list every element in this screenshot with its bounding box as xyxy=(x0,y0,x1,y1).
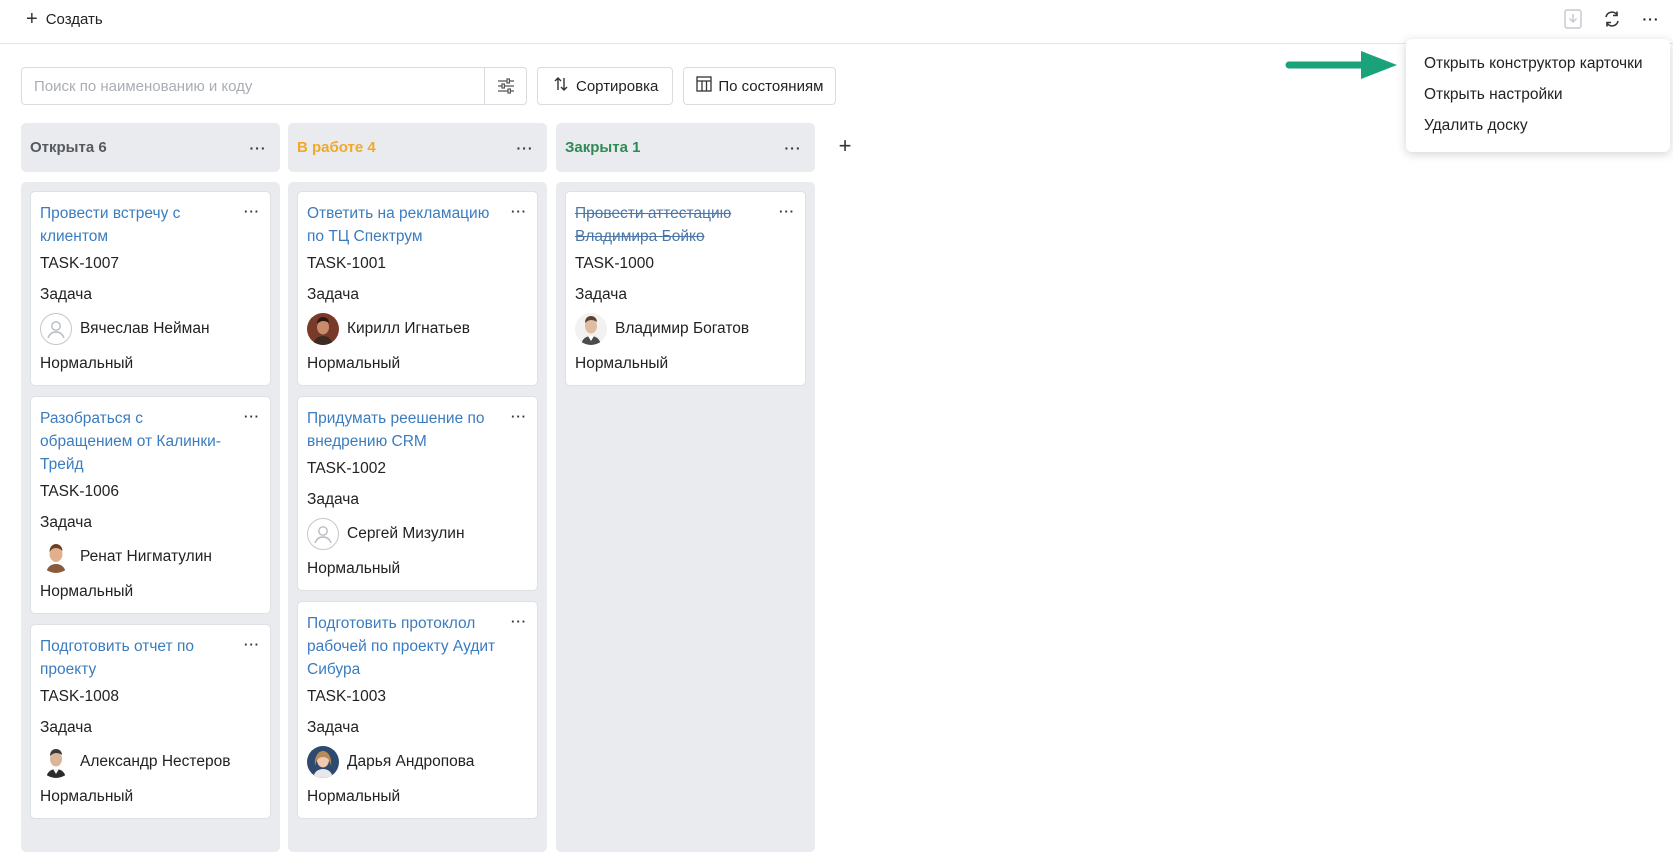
avatar xyxy=(575,313,607,345)
more-icon[interactable]: ··· xyxy=(1640,8,1662,30)
column-more-icon[interactable]: ··· xyxy=(512,140,538,156)
search-box xyxy=(21,67,527,105)
avatar xyxy=(40,541,72,573)
column-more-icon[interactable]: ··· xyxy=(245,140,271,156)
plus-icon: + xyxy=(26,8,38,30)
sort-button[interactable]: Сортировка xyxy=(537,67,674,105)
card-title[interactable]: Провести аттестацию Владимира Бойко xyxy=(575,202,796,248)
card-code: TASK-1002 xyxy=(307,460,386,477)
card-more-icon[interactable]: ··· xyxy=(244,637,260,652)
avatar xyxy=(40,746,72,778)
card-more-icon[interactable]: ··· xyxy=(511,614,527,629)
card-priority: Нормальный xyxy=(575,355,669,372)
avatar xyxy=(307,746,339,778)
card-assignee: Ренат Нигматулин xyxy=(40,538,261,576)
task-card[interactable]: Провести встречу с клиентом ··· TASK-100… xyxy=(30,191,271,386)
column-title: В работе 4 xyxy=(297,139,376,156)
card-priority: Нормальный xyxy=(40,583,134,600)
download-icon[interactable] xyxy=(1562,8,1584,30)
card-assignee: Вячеслав Нейман xyxy=(40,310,261,348)
card-more-icon[interactable]: ··· xyxy=(779,204,795,219)
card-code: TASK-1007 xyxy=(40,255,119,272)
top-bar: + Создать ··· xyxy=(0,0,1673,44)
card-title[interactable]: Подготовить отчет по проекту xyxy=(40,635,261,681)
group-by-state-button[interactable]: По состояниям xyxy=(683,67,837,105)
avatar xyxy=(307,313,339,345)
assignee-name: Вячеслав Нейман xyxy=(80,320,210,337)
card-code: TASK-1003 xyxy=(307,688,386,705)
card-code: TASK-1008 xyxy=(40,688,119,705)
sort-icon xyxy=(552,75,570,97)
card-title[interactable]: Придумать реешение по внедрению CRM xyxy=(307,407,528,453)
sort-label: Сортировка xyxy=(576,77,659,95)
card-title[interactable]: Разобраться с обращением от Калинки-Трей… xyxy=(40,407,261,476)
assignee-name: Владимир Богатов xyxy=(615,320,750,337)
toolbar: Сортировка По состояниям xyxy=(21,67,837,105)
assignee-name: Ренат Нигматулин xyxy=(80,548,212,565)
card-type: Задача xyxy=(40,514,93,531)
add-column-button[interactable]: + xyxy=(835,135,855,157)
column-header-open: Открыта 6 ··· xyxy=(21,123,280,172)
card-type: Задача xyxy=(40,286,93,303)
column-body-in-progress: Ответить на рекламацию по ТЦ Спектрум ··… xyxy=(288,182,547,852)
card-assignee: Дарья Андропова xyxy=(307,743,528,781)
card-more-icon[interactable]: ··· xyxy=(511,204,527,219)
create-label: Создать xyxy=(45,10,103,28)
assignee-name: Александр Нестеров xyxy=(80,753,231,770)
card-more-icon[interactable]: ··· xyxy=(244,204,260,219)
card-title[interactable]: Ответить на рекламацию по ТЦ Спектрум xyxy=(307,202,528,248)
card-title[interactable]: Подготовить протоклол рабочей по проекту… xyxy=(307,612,528,681)
annotation-arrow-icon xyxy=(1285,51,1397,79)
task-card[interactable]: Провести аттестацию Владимира Бойко ··· … xyxy=(565,191,806,386)
card-priority: Нормальный xyxy=(307,560,401,577)
column-body-open: Провести встречу с клиентом ··· TASK-100… xyxy=(21,182,280,852)
search-input[interactable] xyxy=(22,68,484,104)
menu-item-open-settings[interactable]: Открыть настройки xyxy=(1406,79,1670,110)
task-card[interactable]: Подготовить отчет по проекту ··· TASK-10… xyxy=(30,624,271,819)
task-card[interactable]: Ответить на рекламацию по ТЦ Спектрум ··… xyxy=(297,191,538,386)
group-label: По состояниям xyxy=(718,77,824,95)
card-code: TASK-1000 xyxy=(575,255,654,272)
create-button[interactable]: + Создать xyxy=(26,6,103,32)
card-assignee: Александр Нестеров xyxy=(40,743,261,781)
card-priority: Нормальный xyxy=(40,355,134,372)
column-title: Открыта 6 xyxy=(30,139,107,156)
card-type: Задача xyxy=(40,719,93,736)
card-priority: Нормальный xyxy=(307,788,401,805)
menu-item-delete-board[interactable]: Удалить доску xyxy=(1406,110,1670,141)
assignee-name: Сергей Мизулин xyxy=(347,525,465,542)
card-title[interactable]: Провести встречу с клиентом xyxy=(40,202,261,248)
column-more-icon[interactable]: ··· xyxy=(780,140,806,156)
board-options-menu: Открыть конструктор карточки Открыть нас… xyxy=(1406,39,1670,152)
card-code: TASK-1001 xyxy=(307,255,386,272)
task-card[interactable]: Придумать реешение по внедрению CRM ··· … xyxy=(297,396,538,591)
card-assignee: Сергей Мизулин xyxy=(307,515,528,553)
task-card[interactable]: Разобраться с обращением от Калинки-Трей… xyxy=(30,396,271,614)
menu-item-open-card-builder[interactable]: Открыть конструктор карточки xyxy=(1406,48,1670,79)
card-code: TASK-1006 xyxy=(40,483,119,500)
column-title: Закрыта 1 xyxy=(565,139,641,156)
task-card[interactable]: Подготовить протоклол рабочей по проекту… xyxy=(297,601,538,819)
column-body-closed: Провести аттестацию Владимира Бойко ··· … xyxy=(556,182,815,852)
column-header-closed: Закрыта 1 ··· xyxy=(556,123,815,172)
card-priority: Нормальный xyxy=(40,788,134,805)
card-assignee: Кирилл Игнатьев xyxy=(307,310,528,348)
assignee-name: Кирилл Игнатьев xyxy=(347,320,471,337)
card-more-icon[interactable]: ··· xyxy=(511,409,527,424)
user-placeholder-icon xyxy=(307,518,339,550)
card-type: Задача xyxy=(575,286,628,303)
card-type: Задача xyxy=(307,491,360,508)
column-header-in-progress: В работе 4 ··· xyxy=(288,123,547,172)
user-placeholder-icon xyxy=(40,313,72,345)
card-assignee: Владимир Богатов xyxy=(575,310,796,348)
refresh-icon[interactable] xyxy=(1601,8,1623,30)
assignee-name: Дарья Андропова xyxy=(347,753,475,770)
filter-settings-icon[interactable] xyxy=(484,68,526,104)
card-priority: Нормальный xyxy=(307,355,401,372)
board-layout-icon xyxy=(696,76,712,96)
card-type: Задача xyxy=(307,286,360,303)
card-type: Задача xyxy=(307,719,360,736)
card-more-icon[interactable]: ··· xyxy=(244,409,260,424)
